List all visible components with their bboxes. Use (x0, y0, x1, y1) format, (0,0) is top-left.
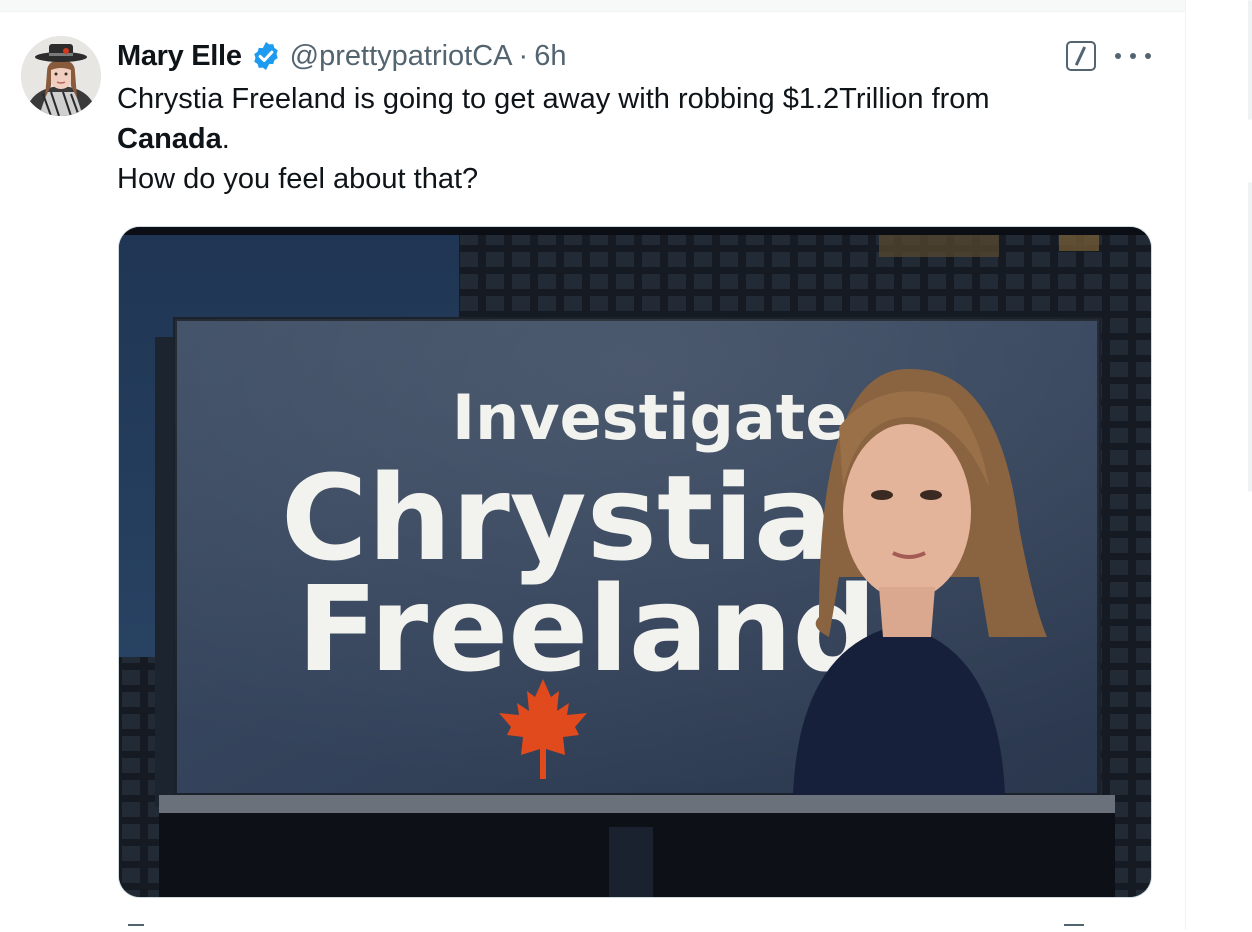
author-name[interactable]: Mary Elle (117, 40, 242, 73)
tweet-text-line-2: Canada. (117, 119, 1157, 159)
billboard-line-3: Freeland (297, 560, 877, 698)
avatar-image (21, 36, 101, 116)
right-sidebar-edge (1248, 182, 1252, 492)
tweet-text-line-3: How do you feel about that? (117, 163, 479, 195)
more-dots-icon[interactable] (1115, 44, 1151, 68)
tweet-text-line-1: Chrystia Freeland is going to get away w… (117, 83, 990, 115)
dot (1115, 53, 1121, 59)
reply-icon[interactable] (128, 924, 144, 932)
dot (1130, 53, 1136, 59)
avatar[interactable] (21, 36, 101, 116)
column-divider (1185, 0, 1186, 930)
top-strip (0, 0, 1186, 12)
tweet-image[interactable]: Investigate Chrystia Freeland (118, 226, 1152, 898)
dot (1145, 53, 1151, 59)
billboard-line-1: Investigate (452, 381, 847, 454)
grok-icon[interactable] (1066, 41, 1096, 71)
author-handle[interactable]: @prettypatriotCA (290, 40, 513, 73)
tweet-timestamp[interactable]: 6h (534, 40, 566, 73)
right-sidebar-edge (1248, 0, 1252, 120)
billboard-image: Investigate Chrystia Freeland (119, 227, 1151, 897)
separator-dot: · (518, 39, 529, 72)
tweet-text-bold[interactable]: Canada (117, 123, 222, 155)
share-icon[interactable] (1064, 924, 1084, 932)
verified-badge-icon[interactable] (250, 40, 282, 72)
tweet-text-punct: . (221, 123, 230, 155)
tweet-header: Mary Elle @prettypatriotCA · 6h (117, 36, 566, 76)
tweet-text: Chrystia Freeland is going to get away w… (117, 79, 1157, 199)
